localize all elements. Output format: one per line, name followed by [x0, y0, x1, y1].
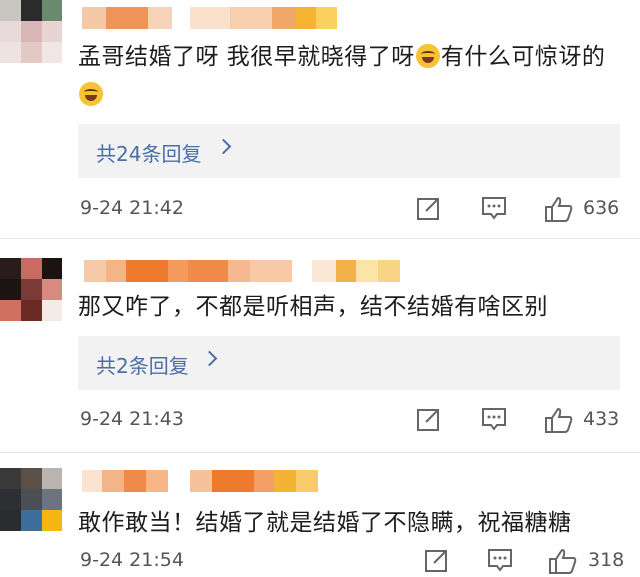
share-icon[interactable]	[416, 406, 442, 432]
username-blurred[interactable]	[84, 260, 400, 282]
divider	[0, 238, 640, 239]
timestamp: 9-24 21:43	[80, 408, 184, 430]
replies-count: 共2条回复	[96, 354, 189, 378]
chevron-right-icon	[201, 350, 218, 367]
replies-link[interactable]: 共2条回复	[78, 336, 620, 390]
like-count: 636	[583, 197, 620, 219]
comment-text: 敢作敢当！结婚了就是结婚了不隐瞒，祝福糖糖	[78, 510, 572, 536]
thumbs-up-icon[interactable]	[544, 195, 574, 223]
avatar[interactable]	[0, 468, 62, 533]
thumbs-up-icon[interactable]	[544, 406, 574, 434]
laughing-crying-icon	[79, 82, 103, 106]
comment-item: 孟哥结婚了呀 我很早就晓得了呀 有什么可惊讶的 共24条回复 9-24 21:42…	[0, 0, 640, 228]
username-blurred[interactable]	[82, 7, 337, 29]
like-count: 318	[588, 549, 625, 571]
avatar[interactable]	[0, 258, 62, 323]
replies-link[interactable]: 共24条回复	[78, 124, 620, 178]
share-icon[interactable]	[424, 547, 450, 573]
divider	[0, 452, 640, 453]
comment-meta: 9-24 21:42 636	[0, 195, 640, 225]
comment-icon[interactable]	[480, 195, 508, 221]
comment-item: 那又咋了，不都是听相声，结不结婚有啥区别 共2条回复 9-24 21:43 43…	[0, 250, 640, 440]
timestamp: 9-24 21:54	[80, 549, 184, 571]
laughing-crying-icon	[415, 44, 440, 68]
comment-meta: 9-24 21:43 433	[0, 406, 640, 436]
comment-icon[interactable]	[486, 547, 514, 573]
avatar[interactable]	[0, 0, 62, 75]
chevron-right-icon	[215, 138, 232, 155]
comment-item: 敢作敢当！结婚了就是结婚了不隐瞒，祝福糖糖 9-24 21:54 318	[0, 460, 640, 575]
thumbs-up-icon[interactable]	[548, 547, 578, 575]
username-blurred[interactable]	[82, 470, 318, 492]
comment-meta: 9-24 21:54 318	[0, 547, 640, 577]
replies-count: 共24条回复	[96, 142, 202, 166]
share-icon[interactable]	[416, 195, 442, 221]
timestamp: 9-24 21:42	[80, 197, 184, 219]
comment-icon[interactable]	[480, 406, 508, 432]
comment-text: 那又咋了，不都是听相声，结不结婚有啥区别	[78, 294, 548, 320]
comment-text: 孟哥结婚了呀 我很早就晓得了呀 有什么可惊讶的	[78, 38, 618, 114]
like-count: 433	[583, 408, 620, 430]
